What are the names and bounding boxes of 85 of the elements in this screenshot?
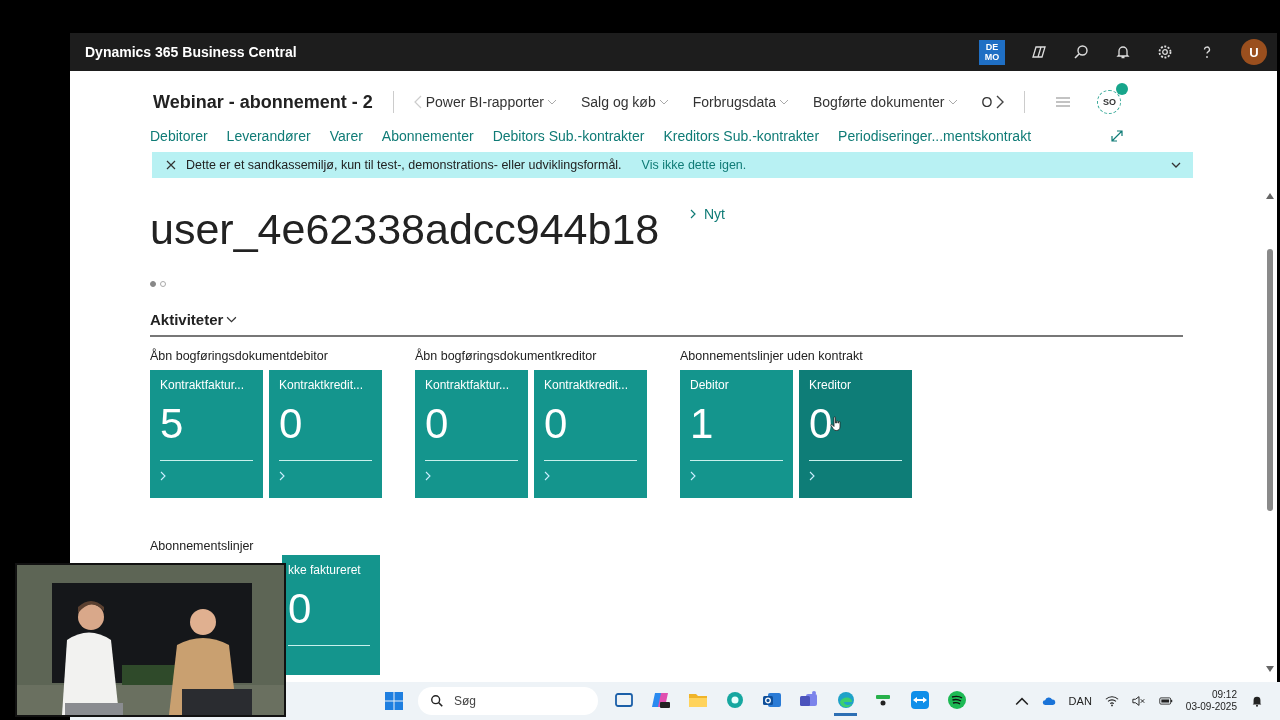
remote-icon[interactable] [909,689,930,710]
group-title: Abonnementslinjer uden kontrakt [680,349,864,365]
scroll-up-icon[interactable] [1266,193,1274,199]
scroll-down-icon[interactable] [1266,666,1274,672]
caret-icon [779,99,789,105]
nav-menu[interactable]: Bogførte dokumenter [813,94,958,110]
cue-tile[interactable]: kke faktureret 0 [282,555,380,675]
tile-label: Kontraktfaktur... [160,378,246,392]
tile-value: 0 [425,400,449,448]
demo-badge: DE MO [979,39,1005,65]
tile-label: Kontraktfaktur... [425,378,511,392]
tile-label: Kreditor [809,378,853,392]
search-icon[interactable] [1073,44,1089,60]
caret-icon [226,316,238,323]
navigation-link[interactable]: Debitorer [150,128,208,144]
hand-cursor-icon [830,416,843,432]
bell-icon[interactable] [1115,44,1131,60]
battery-icon[interactable] [1158,695,1173,707]
cue-tile[interactable]: Kontraktfaktur... 0 [415,370,528,498]
cue-tile[interactable]: Debitor 1 [680,370,793,498]
chevron-right-icon [425,471,431,481]
navigation-link[interactable]: Varer [329,128,363,144]
navigation-link[interactable]: Leverandører [226,128,311,144]
tile-label: Kontraktkredit... [544,378,630,392]
tile-value: 1 [690,400,714,448]
cue-tile[interactable]: Kontraktkredit... 0 [534,370,647,498]
app-icon[interactable] [724,689,745,710]
scroll-right-icon[interactable] [996,95,1005,109]
cloud-icon[interactable] [1041,695,1056,707]
wifi-icon[interactable] [1104,695,1119,707]
navigation-link[interactable]: Kreditors Sub.-kontrakter [663,128,820,144]
language-indicator[interactable]: DAN [1068,695,1092,707]
browser-icon[interactable] [835,689,856,710]
nav-menu[interactable]: Salg og køb [581,94,669,110]
chevron-down-icon[interactable] [1171,162,1181,168]
cue-tile[interactable]: Kreditor 0 [799,370,912,498]
navigation-link[interactable]: Abonnementer [381,128,474,144]
tile-value: 5 [160,400,184,448]
tile-label: Kontraktkredit... [279,378,365,392]
tile-value: 0 [544,400,568,448]
section-title[interactable]: Aktiviteter [150,311,238,328]
search-field[interactable]: Søg [418,687,598,715]
tile-label: kke faktureret [288,563,362,577]
caret-icon [547,99,557,105]
nav-menu[interactable]: Forbrugsdata [692,94,789,110]
chevron-right-icon [160,471,166,481]
settings-icon[interactable] [1157,44,1173,60]
navigation-link[interactable]: Periodiseringer...mentskontrakt [838,128,1032,144]
action-link[interactable]: Nyt [690,206,725,222]
start-icon[interactable] [384,691,404,711]
navigation-link[interactable]: Debitors Sub.-kontrakter [492,128,645,144]
caret-icon [658,99,669,105]
carousel-dot[interactable] [150,281,156,287]
tile-label: Debitor [690,378,730,392]
group-title: Abonnementslinjer [150,539,254,553]
page-title: Webinar - abonnement - 2 [153,91,373,113]
chevron-right-icon [809,471,815,481]
cue-tile[interactable]: Kontraktfaktur... 5 [150,370,263,498]
chevron-right-icon [690,209,696,219]
group-title: Åbn bogføringsdokumentkreditor [415,349,598,365]
chevron-up-icon[interactable] [1014,695,1029,707]
chevron-right-icon [279,471,285,481]
tile-value: 0 [809,400,843,448]
chevron-right-icon [544,471,550,481]
greeting-text: user_4e62338adcc944b18 [150,205,661,253]
add-badge-icon [1116,83,1129,95]
speaker-muted-icon[interactable] [1131,695,1146,707]
product-name: Dynamics 365 Business Central [85,44,298,60]
close-icon[interactable] [166,160,176,170]
chevron-right-icon [690,471,696,481]
tile-value: 0 [288,585,312,633]
dismiss-link[interactable]: Vis ikke dette igen. [641,158,1171,172]
group-title: Åbn bogføringsdokumentdebitor [150,349,329,365]
expand-icon[interactable] [1110,129,1125,143]
cue-tile[interactable]: Kontraktkredit... 0 [269,370,382,498]
search-icon [430,694,444,708]
caret-icon [947,99,958,105]
clock[interactable]: 09:12 03-09-2025 [1185,689,1237,713]
nav-menu[interactable]: O [981,94,993,110]
scrollbar-thumb[interactable] [1267,249,1273,511]
tile-value: 0 [279,400,303,448]
banner-message: Dette er et sandkassemiljø, kun til test-, demonstrations- eller udviklingsformål. [186,158,622,172]
nav-menu[interactable]: Power BI-rapporter [425,94,557,110]
user-avatar[interactable]: U [1241,39,1267,65]
music-icon[interactable] [946,689,967,710]
